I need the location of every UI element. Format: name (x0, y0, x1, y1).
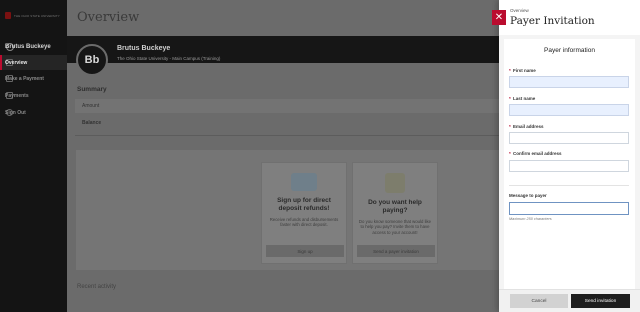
logo-text: THE OHIO STATE UNIVERSITY (14, 13, 60, 18)
card-title: Do you want help paying? (368, 199, 422, 214)
required-mark: * (509, 124, 511, 129)
email-input[interactable] (509, 132, 629, 144)
form-divider (509, 185, 629, 186)
sidebar-item-payments[interactable]: Payments (0, 88, 67, 103)
panel-body: Payer information * First name * Last na… (499, 35, 640, 289)
confirm-email-label: * Confirm email address (509, 151, 562, 156)
cancel-button[interactable]: Cancel (510, 294, 568, 308)
panel-title: Payer Invitation (510, 15, 595, 27)
required-mark: * (509, 151, 511, 156)
send-payer-invitation-button[interactable]: Send a payer invitation (357, 245, 435, 257)
label-text: Email address (513, 124, 544, 129)
confirm-email-input[interactable] (509, 160, 629, 172)
summary-row-label: Balance (82, 120, 102, 126)
close-panel-button[interactable]: ✕ (492, 10, 506, 25)
university-logo: THE OHIO STATE UNIVERSITY (5, 12, 60, 19)
required-mark: * (509, 96, 511, 101)
sidebar-item-make-payment[interactable]: Make a Payment (0, 71, 67, 86)
sidebar: THE OHIO STATE UNIVERSITY Brutus Buckeye… (0, 0, 67, 312)
send-invitation-button[interactable]: Send invitation (571, 294, 630, 308)
card-body: Do you know someone that would like to h… (358, 219, 432, 235)
close-icon: ✕ (494, 12, 504, 23)
panel-breadcrumb: Overview (510, 8, 529, 13)
form-heading: Payer information (544, 47, 595, 54)
avatar: Bb (76, 44, 108, 76)
page-title: Overview (77, 10, 140, 25)
card-body: Receive refunds and disbursements faster… (269, 217, 339, 228)
help-paying-card: Do you want help paying? Do you know som… (352, 162, 438, 264)
panel-header: Overview Payer Invitation (499, 0, 640, 35)
sidebar-user: Brutus Buckeye (0, 40, 67, 53)
direct-deposit-card: Sign up for direct deposit refunds! Rece… (261, 162, 347, 264)
panel-footer: Cancel Send invitation (499, 289, 640, 312)
help-paying-illustration-icon (385, 173, 405, 193)
sidebar-item-label: Make a Payment (5, 75, 44, 82)
sidebar-item-sign-out[interactable]: Sign Out (0, 105, 67, 120)
direct-deposit-illustration-icon (291, 173, 317, 191)
label-text: Last name (513, 96, 536, 101)
last-name-input[interactable] (509, 104, 629, 116)
card-title: Sign up for direct deposit refunds! (277, 197, 331, 212)
first-name-input[interactable] (509, 76, 629, 88)
first-name-label: * First name (509, 68, 536, 73)
sidebar-item-overview[interactable]: Overview (0, 55, 67, 70)
profile-name: Brutus Buckeye (117, 45, 171, 52)
summary-heading: Summary (77, 86, 107, 93)
profile-institution: The Ohio State University - Main Campus … (117, 56, 221, 61)
sidebar-item-label: Payments (5, 92, 29, 99)
label-text: First name (513, 68, 536, 73)
last-name-label: * Last name (509, 96, 535, 101)
label-text: Confirm email address (513, 151, 562, 156)
required-mark: * (509, 68, 511, 73)
sidebar-item-label: Overview (5, 59, 28, 66)
summary-row-label: Amount (82, 103, 100, 109)
recent-activity-heading: Recent activity (77, 284, 117, 290)
message-hint: Maximum 250 characters (509, 217, 552, 221)
sidebar-user-name: Brutus Buckeye (5, 43, 51, 50)
email-label: * Email address (509, 124, 544, 129)
block-o-logo-icon (5, 12, 11, 19)
payer-invitation-panel: Overview Payer Invitation Payer informat… (499, 0, 640, 312)
message-textarea[interactable] (509, 202, 629, 215)
sidebar-item-label: Sign Out (5, 109, 26, 116)
message-label: Message to payer (509, 193, 547, 198)
sign-up-button[interactable]: Sign up (266, 245, 344, 257)
payer-information-form: Payer information * First name * Last na… (504, 39, 635, 289)
